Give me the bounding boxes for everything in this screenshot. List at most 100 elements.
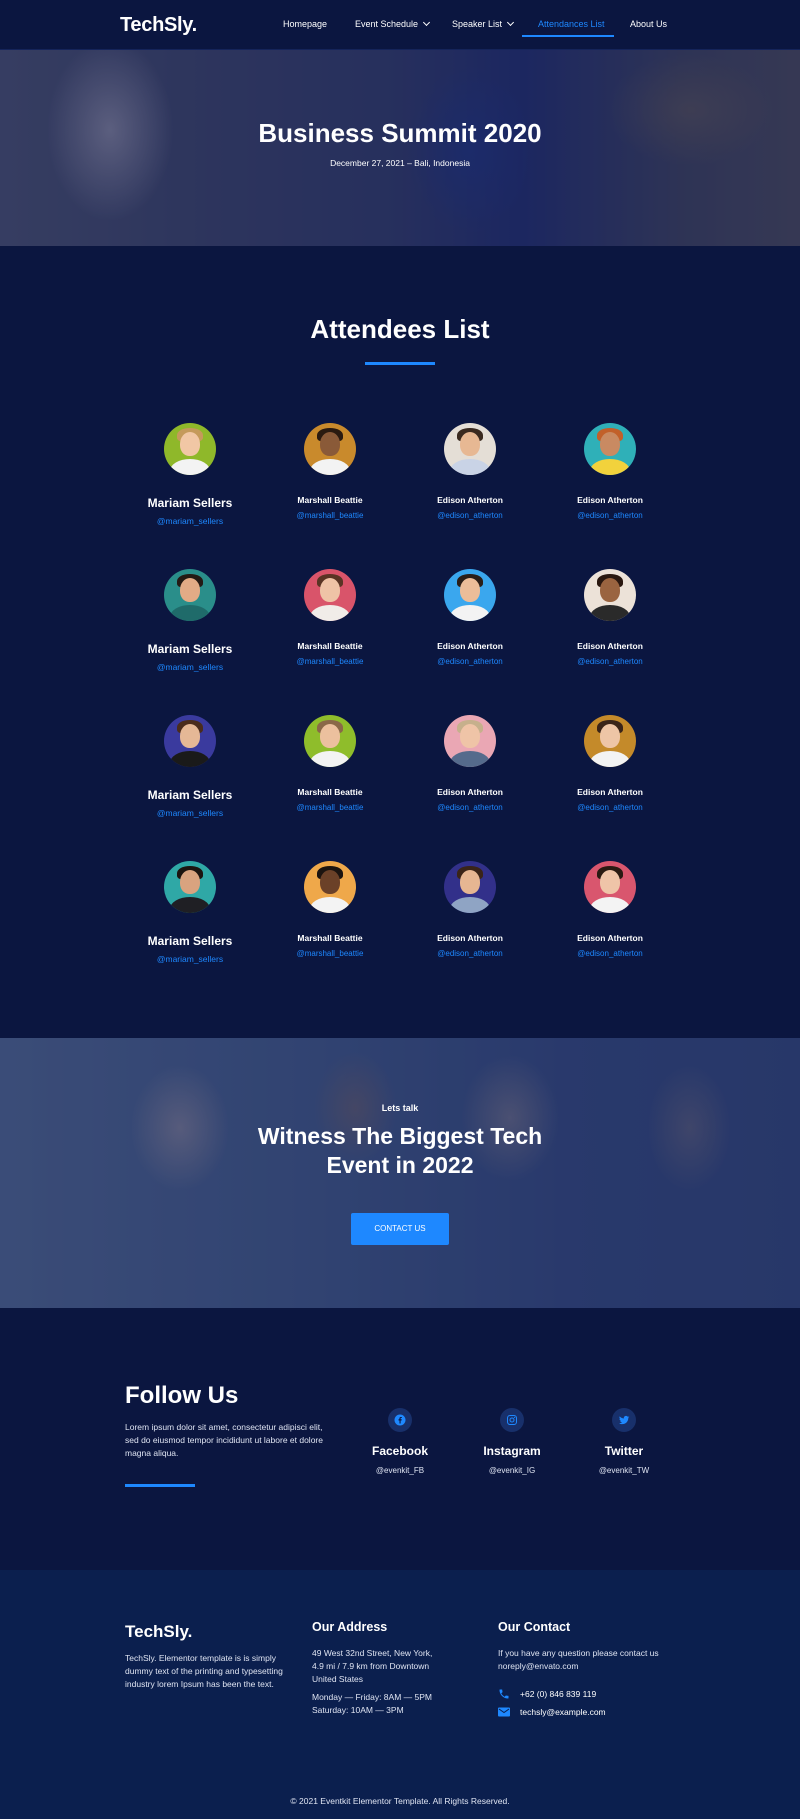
follow-description: Lorem ipsum dolor sit amet, consectetur … (125, 1422, 323, 1458)
attendee-card[interactable]: Edison Atherton @edison_atherton (540, 715, 680, 812)
avatar (584, 569, 636, 621)
nav-item-label: Speaker List (452, 19, 503, 29)
cta-eyebrow: Lets talk (381, 1103, 419, 1113)
avatar (444, 861, 496, 913)
phone-icon (499, 1689, 509, 1699)
attendee-handle[interactable]: @mariam_sellers (120, 662, 260, 672)
follow-underline (125, 1484, 195, 1487)
social-handle: @evenkit_TW (598, 1466, 650, 1475)
avatar (304, 569, 356, 621)
hero-banner: Business Summit 2020 December 27, 2021 –… (0, 50, 800, 246)
avatar (164, 861, 216, 913)
social-name: Twitter (604, 1444, 644, 1458)
cta-banner: Lets talk Witness The Biggest Tech Event… (0, 1038, 800, 1308)
attendee-name: Marshall Beattie (297, 495, 363, 505)
social-name: Instagram (483, 1444, 541, 1458)
nav-item-homepage[interactable]: Homepage (283, 19, 327, 29)
hours-saturday: Saturday: 10AM — 3PM (312, 1705, 404, 1715)
attendee-handle[interactable]: @marshall_beattie (260, 511, 400, 520)
attendee-name: Edison Atherton (437, 787, 503, 797)
footer: TechSly. TechSly. Elementor template is … (0, 1570, 800, 1819)
attendee-card[interactable]: Marshall Beattie @marshall_beattie (260, 715, 400, 812)
attendee-card[interactable]: Mariam Sellers @mariam_sellers (120, 861, 260, 964)
attendee-handle[interactable]: @mariam_sellers (120, 516, 260, 526)
attendee-name: Edison Atherton (577, 787, 643, 797)
attendee-card[interactable]: Mariam Sellers @mariam_sellers (120, 715, 260, 818)
nav-item-label: About Us (630, 19, 668, 29)
contact-title: Our Contact (498, 1620, 571, 1634)
facebook-icon[interactable] (388, 1408, 412, 1432)
attendee-card[interactable]: Marshall Beattie @marshall_beattie (260, 569, 400, 666)
social-twitter[interactable]: Twitter @evenkit_TW (569, 1408, 679, 1475)
contact-phone[interactable]: +62 (0) 846 839 119 (498, 1688, 596, 1700)
twitter-icon[interactable] (612, 1408, 636, 1432)
cta-title: Witness The Biggest Tech Event in 2022 (257, 1123, 543, 1178)
active-nav-indicator (522, 35, 614, 37)
social-facebook[interactable]: Facebook @evenkit_FB (345, 1408, 455, 1475)
avatar (444, 715, 496, 767)
attendee-handle[interactable]: @mariam_sellers (120, 954, 260, 964)
attendee-name: Mariam Sellers (147, 788, 233, 802)
attendee-handle[interactable]: @edison_atherton (400, 657, 540, 666)
attendee-handle[interactable]: @marshall_beattie (260, 949, 400, 958)
attendee-name: Edison Atherton (437, 641, 503, 651)
attendee-handle[interactable]: @edison_atherton (400, 803, 540, 812)
attendee-card[interactable]: Edison Atherton @edison_atherton (540, 423, 680, 520)
avatar (304, 715, 356, 767)
contact-us-button[interactable]: CONTACT US (351, 1213, 449, 1245)
attendee-handle[interactable]: @marshall_beattie (260, 803, 400, 812)
attendee-handle[interactable]: @marshall_beattie (260, 657, 400, 666)
attendee-card[interactable]: Edison Atherton @edison_atherton (540, 861, 680, 958)
hero-subtitle: December 27, 2021 – Bali, Indonesia (330, 158, 470, 168)
nav-item-label: Event Schedule (355, 19, 419, 29)
nav-item-label: Homepage (283, 19, 328, 29)
footer-logo[interactable]: TechSly. (125, 1622, 192, 1642)
attendee-card[interactable]: Marshall Beattie @marshall_beattie (260, 423, 400, 520)
attendee-card[interactable]: Edison Atherton @edison_atherton (400, 423, 540, 520)
avatar (164, 569, 216, 621)
attendee-card[interactable]: Edison Atherton @edison_atherton (540, 569, 680, 666)
attendee-handle[interactable]: @edison_atherton (540, 949, 680, 958)
avatar (164, 423, 216, 475)
attendee-handle[interactable]: @edison_atherton (540, 657, 680, 666)
social-handle: @evenkit_FB (375, 1466, 425, 1475)
social-instagram[interactable]: Instagram @evenkit_IG (457, 1408, 567, 1475)
attendee-card[interactable]: Edison Atherton @edison_atherton (400, 569, 540, 666)
avatar (444, 569, 496, 621)
avatar (304, 861, 356, 913)
avatar (444, 423, 496, 475)
attendee-card[interactable]: Marshall Beattie @marshall_beattie (260, 861, 400, 958)
contact-email[interactable]: techsly@example.com (498, 1707, 606, 1717)
attendee-card[interactable]: Mariam Sellers @mariam_sellers (120, 423, 260, 526)
title-underline (365, 362, 435, 365)
site-logo[interactable]: TechSly. (120, 14, 197, 37)
attendee-name: Edison Atherton (437, 933, 503, 943)
attendee-name: Marshall Beattie (297, 787, 363, 797)
nav-item-about-us[interactable]: About Us (630, 19, 667, 29)
avatar (304, 423, 356, 475)
attendee-card[interactable]: Edison Atherton @edison_atherton (400, 715, 540, 812)
social-name: Facebook (371, 1444, 428, 1458)
address-text: 49 West 32nd Street, New York, 4.9 mi / … (312, 1648, 433, 1684)
social-handle: @evenkit_IG (488, 1466, 536, 1475)
chevron-down-icon (506, 18, 515, 27)
nav-item-speaker-list[interactable]: Speaker List (452, 18, 515, 29)
attendee-name: Mariam Sellers (147, 934, 233, 948)
attendee-handle[interactable]: @mariam_sellers (120, 808, 260, 818)
attendee-handle[interactable]: @edison_atherton (540, 511, 680, 520)
attendee-handle[interactable]: @edison_atherton (400, 949, 540, 958)
attendee-name: Mariam Sellers (147, 496, 233, 510)
attendee-card[interactable]: Mariam Sellers @mariam_sellers (120, 569, 260, 672)
follow-title: Follow Us (125, 1382, 239, 1409)
instagram-icon[interactable] (500, 1408, 524, 1432)
attendee-name: Marshall Beattie (297, 641, 363, 651)
hours-weekday: Monday — Friday: 8AM — 5PM (312, 1692, 432, 1702)
attendee-handle[interactable]: @edison_atherton (400, 511, 540, 520)
nav-item-event-schedule[interactable]: Event Schedule (355, 18, 431, 29)
copyright: © 2021 Eventkit Elementor Template. All … (290, 1796, 510, 1806)
attendee-card[interactable]: Edison Atherton @edison_atherton (400, 861, 540, 958)
nav-item-attendances-list[interactable]: Attendances List (538, 19, 605, 29)
attendee-name: Edison Atherton (577, 933, 643, 943)
top-navigation: TechSly. Homepage Event Schedule Speaker… (0, 0, 800, 50)
attendee-handle[interactable]: @edison_atherton (540, 803, 680, 812)
